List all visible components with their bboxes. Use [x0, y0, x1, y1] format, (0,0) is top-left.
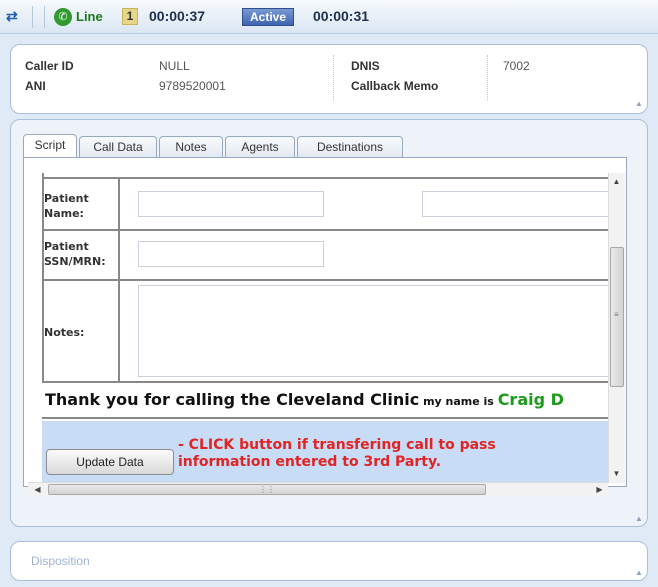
call-status-bar: ⇄ ✆ Line 1 00:00:37 Active 00:00:31 — [0, 0, 658, 34]
scroll-left-arrow-icon[interactable]: ◀ — [30, 485, 45, 494]
table-border — [118, 231, 120, 279]
horizontal-scrollbar[interactable]: ◀ ⋮⋮ ▶ — [28, 482, 608, 496]
column-divider — [333, 55, 334, 101]
patient-ssn-row: Patient SSN/MRN: — [42, 229, 608, 279]
table-border — [118, 179, 120, 229]
agent-name: Craig D — [497, 390, 564, 409]
table-border — [118, 281, 120, 381]
ani-label: ANI — [25, 79, 46, 93]
patient-ssn-label: Patient SSN/MRN: — [44, 240, 106, 268]
script-form: Patient Name: Patient SSN/MRN: Notes: Th… — [28, 173, 608, 483]
swap-arrows-icon[interactable]: ⇄ — [6, 9, 22, 23]
vertical-scrollbar[interactable]: ▲ ≡ ▼ — [608, 173, 625, 483]
disposition-label: Disposition — [31, 554, 90, 568]
grip-icon: ≡ — [614, 310, 619, 319]
chevron-up-icon[interactable]: ▲ — [633, 514, 645, 524]
update-hint: - CLICK button if transfering call to pa… — [178, 437, 496, 470]
tab-script[interactable]: Script — [23, 134, 77, 158]
update-data-section: Update Data - CLICK button if transferin… — [42, 421, 608, 483]
script-panel: Script Call Data Notes Agents Destinatio… — [10, 119, 648, 527]
toolbar-separator — [44, 6, 45, 28]
patient-ssn-input[interactable] — [138, 241, 324, 267]
scroll-down-arrow-icon[interactable]: ▼ — [609, 469, 624, 478]
line-label: Line — [76, 9, 103, 24]
disposition-panel[interactable]: Disposition ▲ — [10, 541, 648, 581]
notes-row: Notes: — [42, 279, 608, 381]
chevron-up-icon[interactable]: ▲ — [633, 99, 645, 109]
greeting-line: Thank you for calling the Cleveland Clin… — [42, 381, 608, 419]
column-divider — [487, 55, 488, 101]
callback-memo-label: Callback Memo — [351, 79, 439, 93]
tab-call-data[interactable]: Call Data — [79, 136, 157, 158]
notes-textarea[interactable] — [138, 285, 608, 377]
vertical-scroll-thumb[interactable]: ≡ — [610, 247, 624, 387]
patient-name-label: Patient Name: — [44, 192, 89, 220]
notes-label: Notes: — [44, 326, 85, 339]
horizontal-scroll-thumb[interactable]: ⋮⋮ — [48, 484, 486, 495]
patient-name-row: Patient Name: — [42, 177, 608, 229]
line-number[interactable]: 1 — [122, 8, 138, 25]
update-data-button[interactable]: Update Data — [46, 449, 174, 475]
tab-destinations[interactable]: Destinations — [297, 136, 403, 158]
tab-notes[interactable]: Notes — [159, 136, 223, 158]
scroll-right-arrow-icon[interactable]: ▶ — [592, 485, 607, 494]
patient-first-name-input[interactable] — [138, 191, 324, 217]
scroll-up-arrow-icon[interactable]: ▲ — [609, 177, 624, 186]
call-timer: 00:00:37 — [149, 8, 206, 24]
greeting-small-text: my name is — [419, 395, 498, 408]
caller-info-panel: Caller ID NULL DNIS 7002 ANI 9789520001 … — [10, 44, 648, 114]
chevron-up-icon[interactable]: ▲ — [633, 568, 645, 578]
patient-last-name-input[interactable] — [422, 191, 608, 217]
greeting-text: Thank you for calling the Cleveland Clin… — [45, 390, 420, 409]
status-timer: 00:00:31 — [313, 8, 370, 24]
tab-agents[interactable]: Agents — [225, 136, 295, 158]
phone-icon: ✆ — [54, 8, 72, 26]
dnis-value: 7002 — [503, 59, 530, 73]
grip-icon: ⋮⋮ — [259, 485, 275, 494]
dnis-label: DNIS — [351, 59, 380, 73]
ani-value: 9789520001 — [159, 79, 226, 93]
status-badge: Active — [242, 8, 294, 26]
toolbar-separator — [32, 6, 33, 28]
script-form-viewport: Patient Name: Patient SSN/MRN: Notes: Th… — [28, 173, 608, 483]
caller-id-value: NULL — [159, 59, 190, 73]
caller-id-label: Caller ID — [25, 59, 74, 73]
